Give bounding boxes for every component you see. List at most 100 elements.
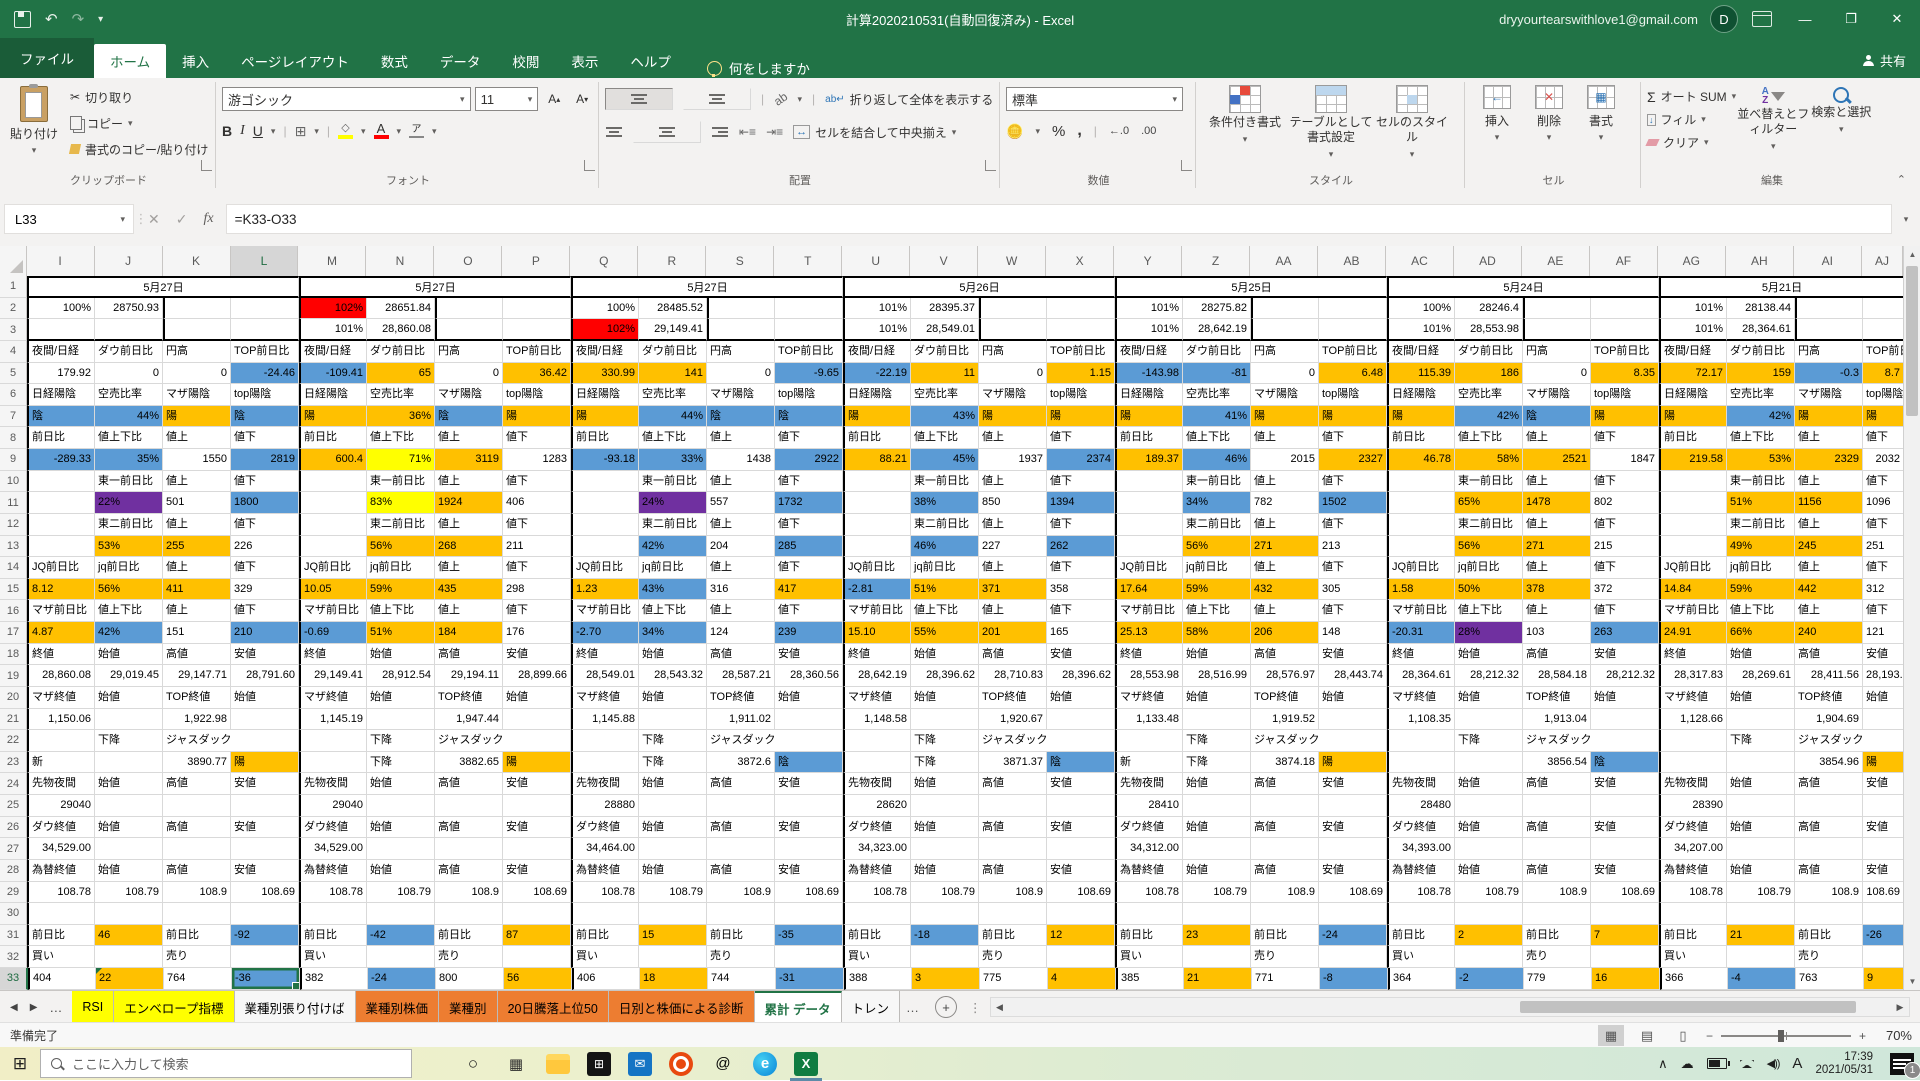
cell[interactable]: 高値 bbox=[1795, 860, 1863, 882]
cell[interactable]: 値下 bbox=[1863, 557, 1903, 579]
cell[interactable]: 下降 bbox=[639, 730, 707, 752]
cell[interactable] bbox=[1659, 514, 1727, 536]
formula-input[interactable]: =K33-O33 bbox=[226, 204, 1892, 234]
row-header-6[interactable]: 6 bbox=[0, 384, 27, 406]
cell[interactable]: 値上 bbox=[707, 427, 775, 449]
cell[interactable]: 1.58 bbox=[1387, 579, 1455, 601]
cell[interactable]: 2329 bbox=[1795, 449, 1863, 471]
cell[interactable]: 28,396.62 bbox=[911, 665, 979, 687]
cell[interactable]: TOP終値 bbox=[979, 687, 1047, 709]
column-header-X[interactable]: X bbox=[1046, 246, 1114, 276]
cell[interactable]: 値上 bbox=[979, 427, 1047, 449]
row-header-9[interactable]: 9 bbox=[0, 449, 27, 471]
increase-decimal-icon[interactable]: ←.0 bbox=[1109, 125, 1129, 137]
cell[interactable]: 46% bbox=[911, 536, 979, 558]
cell[interactable]: 28395.37 bbox=[911, 298, 979, 320]
cell[interactable]: 夜間/日経 bbox=[843, 341, 911, 363]
cell[interactable]: 0 bbox=[1523, 363, 1591, 385]
cell[interactable]: 215 bbox=[1591, 536, 1659, 558]
page-break-view-button[interactable]: ▯ bbox=[1670, 1025, 1696, 1046]
cell[interactable]: 安値 bbox=[1591, 644, 1659, 666]
cell[interactable] bbox=[911, 709, 979, 731]
cell[interactable]: 陰 bbox=[707, 406, 775, 428]
cell[interactable]: 下降 bbox=[911, 730, 979, 752]
cell[interactable]: TOP終値 bbox=[435, 687, 503, 709]
cell[interactable]: 285 bbox=[775, 536, 843, 558]
cell[interactable] bbox=[1183, 946, 1251, 968]
cell[interactable]: 高値 bbox=[163, 773, 231, 795]
cell[interactable]: マザ前日比 bbox=[27, 600, 95, 622]
cell[interactable]: 108.69 bbox=[231, 882, 299, 904]
save-icon[interactable] bbox=[14, 11, 31, 28]
cell[interactable]: 売り bbox=[1523, 946, 1591, 968]
cell[interactable]: 18 bbox=[640, 968, 708, 990]
cell[interactable]: 為替終値 bbox=[571, 860, 639, 882]
cell[interactable]: JQ前日比 bbox=[1387, 557, 1455, 579]
cell[interactable]: JQ前日比 bbox=[571, 557, 639, 579]
cell[interactable]: 前日比 bbox=[299, 925, 367, 947]
cell[interactable]: JQ前日比 bbox=[27, 557, 95, 579]
cell[interactable]: 43% bbox=[639, 579, 707, 601]
cell[interactable]: 15.10 bbox=[843, 622, 911, 644]
cell[interactable]: 5月27日 bbox=[299, 276, 571, 298]
cell[interactable]: 値上 bbox=[707, 600, 775, 622]
cell[interactable]: 安値 bbox=[775, 817, 843, 839]
sheet-tab-業種別張り付けば[interactable]: 業種別張り付けば bbox=[235, 991, 356, 1023]
cell[interactable]: 高値 bbox=[163, 860, 231, 882]
cell[interactable]: 下降 bbox=[367, 752, 435, 774]
cell[interactable]: 186 bbox=[1455, 363, 1523, 385]
cell[interactable] bbox=[707, 319, 775, 341]
find-select-button[interactable]: 検索と選択▾ bbox=[1810, 83, 1872, 137]
cell[interactable]: 値上 bbox=[435, 427, 503, 449]
column-header-S[interactable]: S bbox=[706, 246, 774, 276]
photos-icon[interactable] bbox=[669, 1052, 693, 1076]
row-header-2[interactable]: 2 bbox=[0, 298, 27, 320]
cell[interactable] bbox=[27, 536, 95, 558]
cell[interactable]: 陰 bbox=[231, 406, 299, 428]
increase-font-icon[interactable]: A▴ bbox=[542, 87, 566, 111]
cell[interactable]: 高値 bbox=[979, 817, 1047, 839]
row-header-7[interactable]: 7 bbox=[0, 406, 27, 428]
column-header-AI[interactable]: AI bbox=[1794, 246, 1862, 276]
cell[interactable] bbox=[1387, 903, 1455, 925]
wrap-text-button[interactable]: ab↵ 折り返して全体を表示する bbox=[825, 89, 993, 109]
cell[interactable]: top陽陰 bbox=[503, 384, 571, 406]
align-middle-icon[interactable] bbox=[683, 88, 751, 110]
cell[interactable]: 値上 bbox=[1523, 557, 1591, 579]
zoom-in-icon[interactable]: + bbox=[1859, 1029, 1866, 1043]
cell[interactable]: ダウ前日比 bbox=[95, 341, 163, 363]
cell[interactable] bbox=[571, 903, 639, 925]
cell[interactable]: 高値 bbox=[1251, 644, 1319, 666]
cell[interactable]: 108.78 bbox=[1659, 882, 1727, 904]
cell[interactable]: 378 bbox=[1523, 579, 1591, 601]
cell[interactable]: 28,317.83 bbox=[1659, 665, 1727, 687]
cell[interactable]: 51% bbox=[1727, 492, 1795, 514]
conditional-formatting-button[interactable]: 条件付き書式▾ bbox=[1202, 83, 1288, 147]
cell[interactable]: 3856.54 bbox=[1523, 752, 1591, 774]
cell[interactable] bbox=[1795, 838, 1863, 860]
cell[interactable]: 28,860.08 bbox=[27, 665, 95, 687]
cell[interactable] bbox=[1727, 795, 1795, 817]
cell[interactable]: 安値 bbox=[1863, 644, 1903, 666]
cell[interactable]: 28,710.83 bbox=[979, 665, 1047, 687]
cell[interactable]: 42% bbox=[1727, 406, 1795, 428]
cell[interactable]: top陽陰 bbox=[1863, 384, 1903, 406]
sheet-tab-エンベロープ指標[interactable]: エンベロープ指標 bbox=[114, 991, 234, 1023]
row-header-26[interactable]: 26 bbox=[0, 817, 27, 839]
cell[interactable]: 65% bbox=[1455, 492, 1523, 514]
column-header-AH[interactable]: AH bbox=[1726, 246, 1794, 276]
cell[interactable]: 46 bbox=[95, 925, 163, 947]
cell[interactable] bbox=[27, 471, 95, 493]
cell[interactable] bbox=[775, 946, 843, 968]
cell[interactable] bbox=[95, 752, 163, 774]
cell[interactable]: -143.98 bbox=[1115, 363, 1183, 385]
speaker-icon[interactable]: ◀)) bbox=[1767, 1057, 1780, 1070]
cell[interactable] bbox=[979, 903, 1047, 925]
cell[interactable]: 前日比 bbox=[299, 427, 367, 449]
cell[interactable] bbox=[1523, 298, 1591, 320]
cell[interactable]: 値上 bbox=[435, 514, 503, 536]
cell[interactable]: TOP前日比 bbox=[231, 341, 299, 363]
cell[interactable]: 高値 bbox=[163, 644, 231, 666]
cell-styles-button[interactable]: セルのスタイル▾ bbox=[1374, 83, 1450, 162]
cell[interactable]: 始値 bbox=[911, 687, 979, 709]
